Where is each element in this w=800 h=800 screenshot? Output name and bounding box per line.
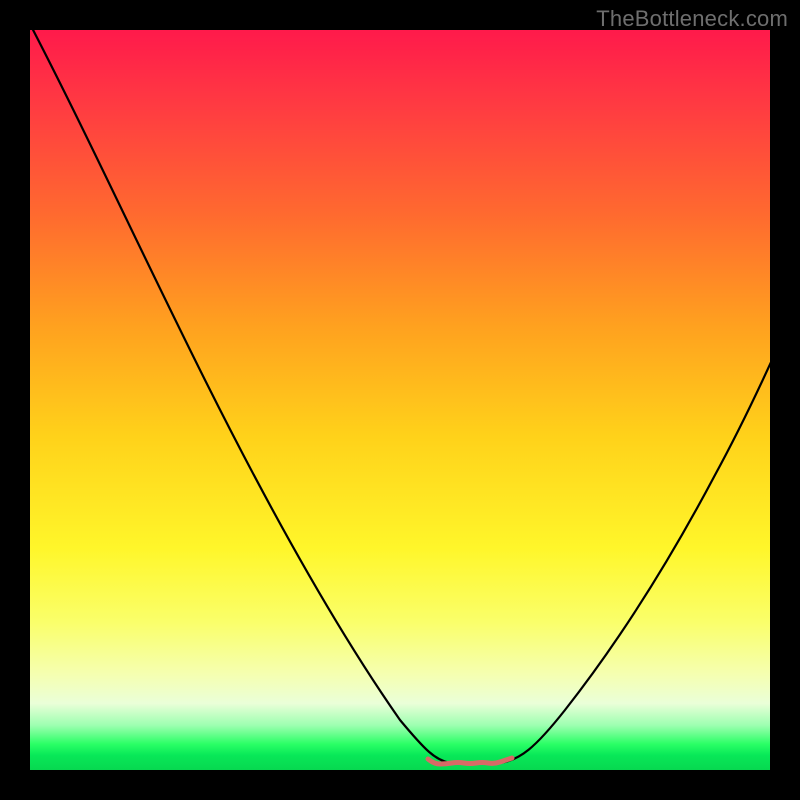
- watermark-text: TheBottleneck.com: [596, 6, 788, 32]
- chart-frame: TheBottleneck.com: [0, 0, 800, 800]
- plot-area: [30, 30, 770, 770]
- curve-layer: [30, 30, 770, 770]
- bottleneck-curve: [30, 30, 770, 763]
